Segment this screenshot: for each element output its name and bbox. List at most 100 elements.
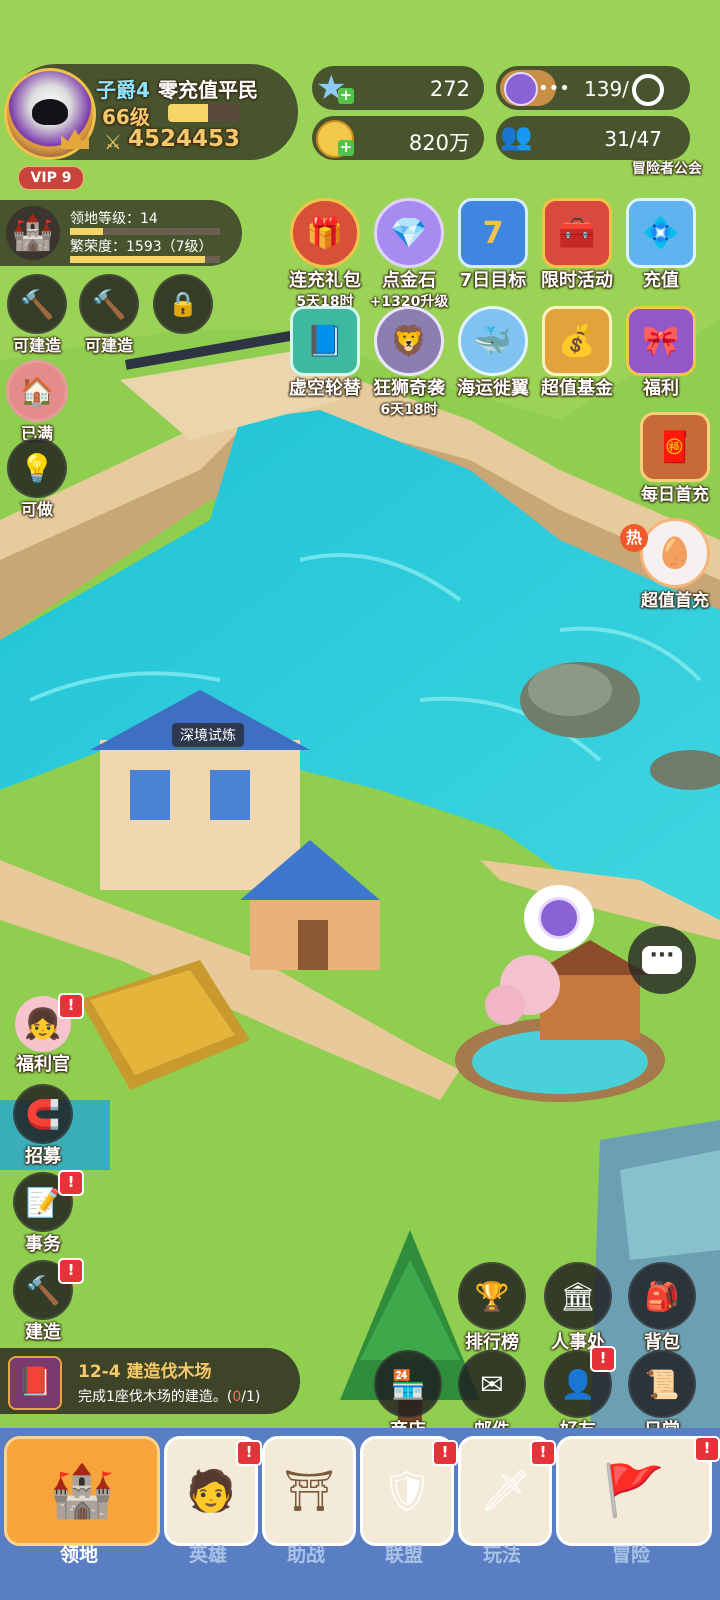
castle-small-icon: 🏰 (6, 206, 60, 260)
crystal-icon: 💎 (374, 198, 444, 268)
idea-available[interactable]: 💡 可做 (0, 438, 74, 520)
nav-territory-label: 领地 (59, 1544, 98, 1566)
locked-slot[interactable]: 🔒 (146, 274, 220, 334)
nav-adventure-label: 冒险 (611, 1544, 650, 1566)
quest-desc-suffix: /1) (241, 1389, 261, 1405)
coin-value: 820万 (408, 131, 470, 155)
nav-gameplay-label: 玩法 (482, 1544, 521, 1566)
event-recharge[interactable]: 💠 充值 (617, 198, 705, 292)
build-badge: ! (58, 1258, 84, 1284)
welfare-officer-label: 福利官 (16, 1054, 70, 1075)
lightbulb-icon: 💡 (7, 438, 67, 498)
quest-tracker[interactable]: 📕 12-4 建造伐木场 完成1座伐木场的建造。(0/1) (0, 1348, 300, 1414)
stamina-refresh-icon[interactable] (632, 74, 664, 106)
personnel-button[interactable]: 🏛 人事处 (534, 1262, 622, 1354)
lion-icon: 🦁 (374, 306, 444, 376)
player-level-bar (168, 104, 240, 122)
event-void-rotation-label: 虚空轮替 (289, 378, 361, 399)
trophy-icon: 🏆 (458, 1262, 526, 1330)
event-welfare[interactable]: 🎀 福利 (617, 306, 705, 400)
daily-first-recharge-label: 每日首充 (641, 485, 709, 505)
lock-icon: 🔒 (153, 274, 213, 334)
build-label: 建造 (25, 1322, 61, 1343)
chat-button[interactable]: ··· (628, 926, 696, 994)
mail-icon: ✉ (458, 1350, 526, 1418)
event-void-rotation[interactable]: 📘 虚空轮替 (281, 306, 369, 400)
hammer-icon: 🔨 (7, 274, 67, 334)
event-sea-wings[interactable]: 🐳 海运徙翼 (449, 306, 537, 400)
event-limited-time-label: 限时活动 (541, 270, 613, 291)
event-lion-raid[interactable]: 🦁 狂狮奇袭 6天18时 (365, 306, 453, 419)
nav-adventure[interactable]: 🚩 (556, 1436, 712, 1546)
nav-gameplay-badge: ! (530, 1440, 556, 1466)
build-slot-2-label: 可建造 (84, 336, 133, 355)
event-value-fund[interactable]: 💰 超值基金 (533, 306, 621, 400)
value-first-recharge-label: 超值首充 (641, 591, 709, 611)
house-icon: 🏠 (6, 360, 68, 422)
event-recharge-pack[interactable]: 🎁 连充礼包 5天18时 (281, 198, 369, 311)
player-level-bar-fill (168, 104, 208, 122)
pond-resource-bubble[interactable] (524, 885, 594, 951)
guild-label[interactable]: 冒险者公会 (632, 158, 702, 178)
nav-territory[interactable]: 🏰 (4, 1436, 160, 1546)
shop-icon: 🏪 (374, 1350, 442, 1418)
territory-prosperity-bar-fill (70, 256, 205, 263)
add-star-gem-icon[interactable]: + (338, 88, 354, 104)
nav-heroes-badge: ! (236, 1440, 262, 1466)
chat-bubble-icon: ··· (642, 945, 682, 974)
event-welfare-label: 福利 (643, 378, 679, 399)
event-philosopher-stone[interactable]: 💎 点金石 +1320升级 (365, 198, 453, 311)
nav-heroes-label: 英雄 (188, 1544, 227, 1566)
territory-level-bar-fill (70, 228, 103, 235)
event-philosopher-stone-label: 点金石 (382, 270, 436, 291)
scroll-icon: 📜 (628, 1350, 696, 1418)
calendar-icon: 7 (458, 198, 528, 268)
territory-level: 领地等级：14 (70, 211, 158, 227)
backpack-button[interactable]: 🎒 背包 (618, 1262, 706, 1354)
stamina-orb-bubble-icon (538, 897, 580, 939)
quest-book-icon: 📕 (8, 1356, 62, 1410)
leaderboard-button[interactable]: 🏆 排行榜 (448, 1262, 536, 1354)
recruit-icon: 🧲 (13, 1084, 73, 1144)
trial-building-label[interactable]: 深境试炼 (172, 723, 244, 747)
hot-egg-icon: 🥚 (640, 518, 710, 588)
adventure-flag-icon: 🚩 (602, 1461, 666, 1520)
house-full-status[interactable]: 🏠 已满 (0, 360, 74, 444)
territory-prosperity-bar (70, 256, 220, 263)
add-coin-icon[interactable]: + (338, 140, 354, 156)
stamina-value: 139/ (584, 77, 629, 101)
treasure-chest-icon: 💰 (542, 306, 612, 376)
sword-power-icon: ⚔ (104, 130, 122, 154)
gift-chest-icon: 🎁 (290, 198, 360, 268)
assist-icon: ⛩ (283, 1468, 335, 1515)
event-limited-time[interactable]: 🧰 限时活动 (533, 198, 621, 292)
event-chest-icon: 🧰 (542, 198, 612, 268)
hall-icon: 🏛 (544, 1262, 612, 1330)
event-sea-wings-label: 海运徙翼 (457, 378, 529, 399)
idea-available-label: 可做 (20, 500, 53, 519)
members-icon: 👥 (500, 122, 533, 152)
territory-level-bar (70, 228, 220, 235)
vip-badge[interactable]: VIP 9 (18, 166, 84, 190)
avatar-helmet-icon (32, 99, 68, 125)
build-slot-2[interactable]: 🔨 可建造 (72, 274, 146, 356)
event-7day-goal-label: 7日目标 (459, 270, 527, 291)
sea-creature-icon: 🐳 (458, 306, 528, 376)
recruit-label: 招募 (25, 1146, 61, 1167)
event-recharge-pack-label: 连充礼包 (289, 270, 361, 291)
daily-first-recharge[interactable]: 🧧 每日首充 (627, 412, 720, 505)
diamond-box-icon: 💠 (626, 198, 696, 268)
player-title: 零充值平民 (158, 78, 258, 102)
build-slot-1[interactable]: 🔨 可建造 (0, 274, 74, 356)
nav-assist-label: 助战 (286, 1544, 325, 1566)
nav-assist[interactable]: ⛩ (262, 1436, 356, 1546)
affairs-badge: ! (58, 1170, 84, 1196)
daily-chest-icon: 🧧 (640, 412, 710, 482)
castle-icon: 🏰 (49, 1461, 115, 1522)
recruit-button[interactable]: 🧲 招募 (6, 1084, 80, 1168)
welfare-box-icon: 🎀 (626, 306, 696, 376)
stamina-clock-icon (504, 72, 538, 106)
player-avatar[interactable] (4, 68, 96, 160)
stamina-dots-icon: ••• (538, 78, 570, 99)
event-7day-goal[interactable]: 7 7日目标 (449, 198, 537, 292)
